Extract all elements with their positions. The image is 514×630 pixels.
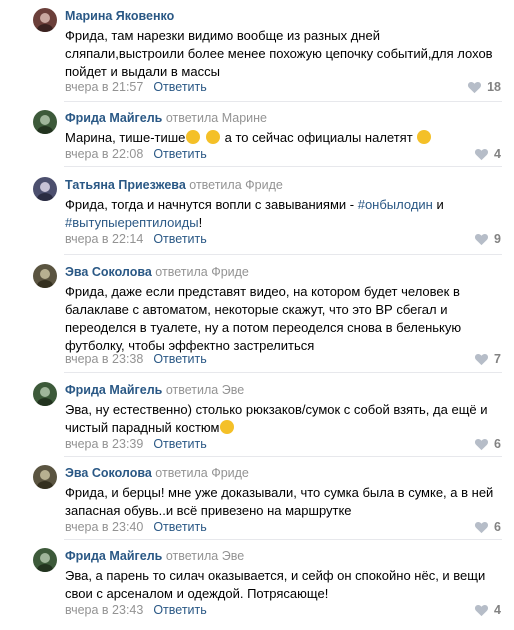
comment-date[interactable]: вчера в 23:39 [65,437,143,451]
like-button[interactable]: 6 [474,437,501,451]
reply-to-name[interactable]: Эве [222,383,244,397]
reply-to-label: ответила [189,178,242,192]
avatar[interactable] [33,8,57,32]
reply-to-name[interactable]: Эве [222,549,244,563]
divider [64,101,502,102]
author-name[interactable]: Татьяна Приезжева [65,178,186,192]
like-count: 18 [487,80,501,94]
comment-header: Фрида Майгель ответила Эве [65,383,244,397]
heart-icon [474,353,489,366]
hashtag-link[interactable]: #вытупыерептилоиды [65,215,199,230]
author-name[interactable]: Эва Соколова [65,265,152,279]
comment-text: Эва, ну естественно) столько рюкзаков/су… [65,402,488,435]
divider [64,456,502,457]
like-button[interactable]: 9 [474,232,501,246]
heart-icon [474,521,489,534]
comment-date[interactable]: вчера в 23:43 [65,603,143,617]
comment-header: Марина Яковенко [65,9,174,23]
reply-to-name[interactable]: Фриде [211,466,249,480]
reply-to-name[interactable]: Фриде [211,265,249,279]
avatar[interactable] [33,382,57,406]
divider [64,539,502,540]
comment-header: Фрида Майгель ответила Марине [65,111,267,125]
comment-text: Фрида, и берцы! мне уже доказывали, что … [65,485,494,518]
like-button[interactable]: 18 [467,80,501,94]
author-name[interactable]: Фрида Майгель [65,111,162,125]
divider [64,372,502,373]
like-button[interactable]: 6 [474,520,501,534]
reply-to-label: ответила [155,265,208,279]
comment-text: Фрида, там нарезки видимо вообще из разн… [65,28,493,79]
comment-text: Фрида, тогда и начнутся вопли с завывани… [65,197,444,230]
reply-to-name[interactable]: Фриде [245,178,283,192]
like-count: 9 [494,232,501,246]
like-button[interactable]: 4 [474,147,501,161]
like-count: 6 [494,520,501,534]
reply-to-name[interactable]: Марине [222,111,267,125]
like-count: 4 [494,603,501,617]
comment-meta: вчера в 23:40 Ответить [65,520,207,534]
comment-meta: вчера в 22:14 Ответить [65,232,207,246]
reply-to-label: ответила [165,111,219,125]
comment-header: Фрида Майгель ответила Эве [65,549,244,563]
comment-text: Фрида, даже если представят видео, на ко… [65,284,462,353]
heart-icon [467,81,482,94]
heart-icon [474,438,489,451]
author-name[interactable]: Фрида Майгель [65,383,162,397]
author-name[interactable]: Эва Соколова [65,466,152,480]
like-count: 4 [494,147,501,161]
heart-icon [474,604,489,617]
comment-meta: вчера в 22:08 Ответить [65,147,207,161]
like-count: 6 [494,437,501,451]
comment-date[interactable]: вчера в 22:14 [65,232,143,246]
reply-button[interactable]: Ответить [153,80,206,94]
grin-emoji-icon [417,130,432,144]
comment-text: Эва, а парень то силач оказывается, и се… [65,568,486,601]
comment-header: Эва Соколова ответила Фриде [65,466,249,480]
shush-emoji-icon [186,130,201,144]
like-button[interactable]: 7 [474,352,501,366]
reply-button[interactable]: Ответить [153,437,206,451]
reply-button[interactable]: Ответить [153,520,206,534]
like-count: 7 [494,352,501,366]
avatar[interactable] [33,465,57,489]
reply-button[interactable]: Ответить [153,147,206,161]
comment-meta: вчера в 23:39 Ответить [65,437,207,451]
avatar[interactable] [33,548,57,572]
heart-icon [474,233,489,246]
author-name[interactable]: Марина Яковенко [65,9,174,23]
avatar[interactable] [33,177,57,201]
comment-text: Марина, тише-тише а то сейчас официалы н… [65,129,505,147]
comment-date[interactable]: вчера в 23:38 [65,352,143,366]
comment-header: Татьяна Приезжева ответила Фриде [65,178,283,192]
hashtag-link[interactable]: #онбылодин [358,197,433,212]
comment-header: Эва Соколова ответила Фриде [65,265,249,279]
shush-emoji-icon [206,130,221,144]
divider [64,254,502,255]
reply-button[interactable]: Ответить [153,352,206,366]
reply-to-label: ответила [165,549,219,563]
comment-date[interactable]: вчера в 23:40 [65,520,143,534]
author-name[interactable]: Фрида Майгель [65,549,162,563]
avatar[interactable] [33,264,57,288]
reply-button[interactable]: Ответить [153,232,206,246]
heart-icon [474,148,489,161]
reply-button[interactable]: Ответить [153,603,206,617]
comment-date[interactable]: вчера в 22:08 [65,147,143,161]
comment-meta: вчера в 21:57 Ответить [65,80,207,94]
comment-date[interactable]: вчера в 21:57 [65,80,143,94]
comment-meta: вчера в 23:43 Ответить [65,603,207,617]
reply-to-label: ответила [155,466,208,480]
comment-meta: вчера в 23:38 Ответить [65,352,207,366]
laugh-emoji-icon [220,420,235,434]
reply-to-label: ответила [165,383,219,397]
divider [64,166,502,167]
avatar[interactable] [33,110,57,134]
like-button[interactable]: 4 [474,603,501,617]
